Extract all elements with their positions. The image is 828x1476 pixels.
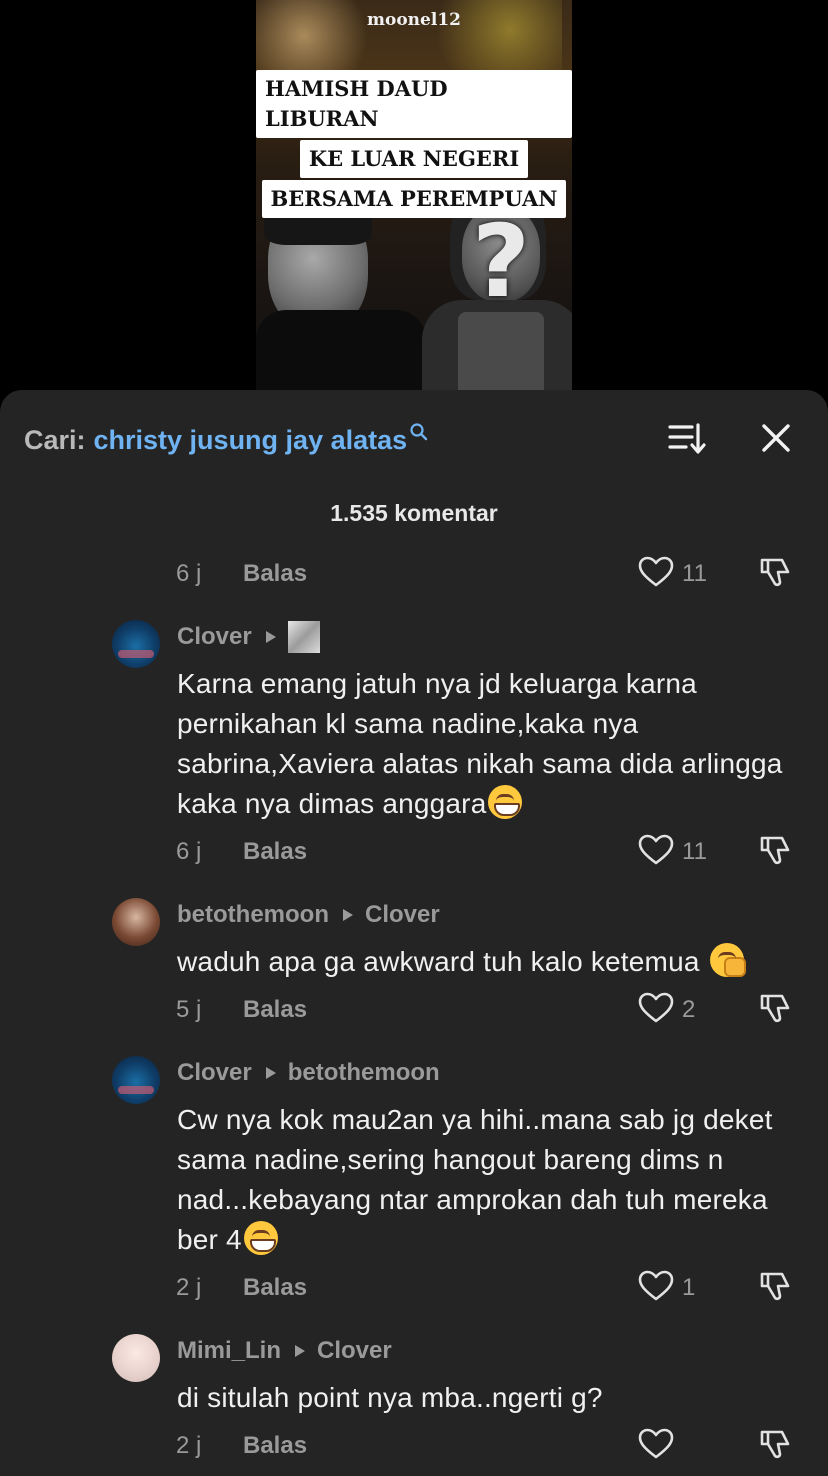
heart-icon[interactable] — [638, 556, 674, 588]
video-thumbnail-icon — [287, 621, 320, 653]
search-icon — [410, 423, 428, 441]
reply-button[interactable]: Balas — [243, 996, 307, 1024]
avatar[interactable] — [112, 1056, 160, 1104]
close-icon[interactable] — [760, 422, 792, 454]
comment-author-line: betothemoon Clover — [177, 900, 440, 930]
dislike-icon[interactable] — [758, 554, 794, 590]
comment-time: 6 j — [176, 838, 202, 865]
reply-to-user[interactable]: betothemoon — [288, 1059, 440, 1087]
giggle-emoji-icon — [709, 943, 746, 977]
heart-icon[interactable] — [638, 992, 674, 1024]
sort-icon[interactable] — [668, 422, 706, 456]
like-count: 2 — [682, 996, 696, 1023]
reply-to-user[interactable]: Clover — [317, 1337, 392, 1365]
comments-sheet: Cari: christy jusung jay alatas 1.535 ko… — [0, 390, 828, 1476]
comment-text: di situlah point nya mba..ngerti g? — [177, 1382, 603, 1413]
comment-author-line: Clover betothemoon — [177, 1058, 440, 1088]
comment-author-line: Mimi_Lin Clover — [177, 1336, 392, 1366]
grin-emoji-icon — [243, 1221, 278, 1255]
comment-author[interactable]: Mimi_Lin — [177, 1337, 281, 1365]
man-figure — [256, 190, 426, 390]
heart-icon[interactable] — [638, 834, 674, 866]
search-prefix: Cari: — [24, 424, 86, 455]
reply-button[interactable]: Balas — [243, 560, 307, 588]
comment-footer: 6 j Balas 11 — [0, 554, 828, 594]
reply-to-user[interactable]: Clover — [365, 901, 440, 929]
headline-line: BERSAMA PEREMPUAN — [261, 180, 567, 218]
avatar[interactable] — [112, 898, 160, 946]
comment-time: 5 j — [176, 996, 202, 1023]
grin-emoji-icon — [488, 785, 523, 819]
comment-text: Cw nya kok mau2an ya hihi..mana sab jg d… — [177, 1104, 773, 1255]
comment-author[interactable]: Clover — [177, 623, 252, 651]
reply-arrow-icon — [265, 631, 276, 643]
reply-arrow-icon — [295, 1345, 306, 1357]
comment-time: 6 j — [176, 560, 202, 587]
comment-text: Karna emang jatuh nya jd keluarga karna … — [177, 668, 783, 819]
dislike-icon[interactable] — [758, 832, 794, 868]
video-watermark: moonel12 — [367, 10, 461, 30]
video-preview[interactable]: ? moonel12 HAMISH DAUD LIBURAN KE LUAR N… — [256, 0, 572, 390]
search-term[interactable]: christy jusung jay alatas — [94, 425, 408, 456]
avatar[interactable] — [112, 620, 160, 668]
reply-arrow-icon — [265, 1067, 276, 1079]
comment-author[interactable]: Clover — [177, 1059, 252, 1087]
comment-footer: 2 j Balas 1 — [0, 1268, 828, 1308]
comment-count: 1.535 komentar — [330, 500, 498, 526]
comment-author[interactable]: betothemoon — [177, 901, 329, 929]
heart-icon[interactable] — [638, 1428, 674, 1460]
comment-footer: 6 j Balas 11 — [0, 832, 828, 872]
video-headline: HAMISH DAUD LIBURAN KE LUAR NEGERI BERSA… — [256, 70, 572, 218]
reply-button[interactable]: Balas — [243, 838, 307, 866]
reply-arrow-icon — [342, 909, 353, 921]
comment-time: 2 j — [176, 1274, 202, 1301]
like-count: 11 — [682, 838, 707, 865]
comment-footer: 2 j Balas — [0, 1426, 828, 1466]
like-count: 11 — [682, 560, 707, 587]
like-count: 1 — [682, 1274, 696, 1301]
reply-button[interactable]: Balas — [243, 1432, 307, 1460]
avatar[interactable] — [112, 1334, 160, 1382]
question-mark: ? — [471, 203, 530, 320]
search-suggestion[interactable]: Cari: christy jusung jay alatas — [24, 420, 429, 460]
heart-icon[interactable] — [638, 1270, 674, 1302]
comment-time: 2 j — [176, 1432, 202, 1459]
comment-author-line: Clover — [177, 621, 320, 653]
reply-button[interactable]: Balas — [243, 1274, 307, 1302]
comment-text: waduh apa ga awkward tuh kalo ketemua — [177, 942, 807, 982]
dislike-icon[interactable] — [758, 1268, 794, 1304]
headline-line: HAMISH DAUD LIBURAN — [256, 70, 572, 138]
dislike-icon[interactable] — [758, 1426, 794, 1462]
headline-line: KE LUAR NEGERI — [299, 140, 529, 178]
dislike-icon[interactable] — [758, 990, 794, 1026]
comment-footer: 5 j Balas 2 — [0, 990, 828, 1030]
